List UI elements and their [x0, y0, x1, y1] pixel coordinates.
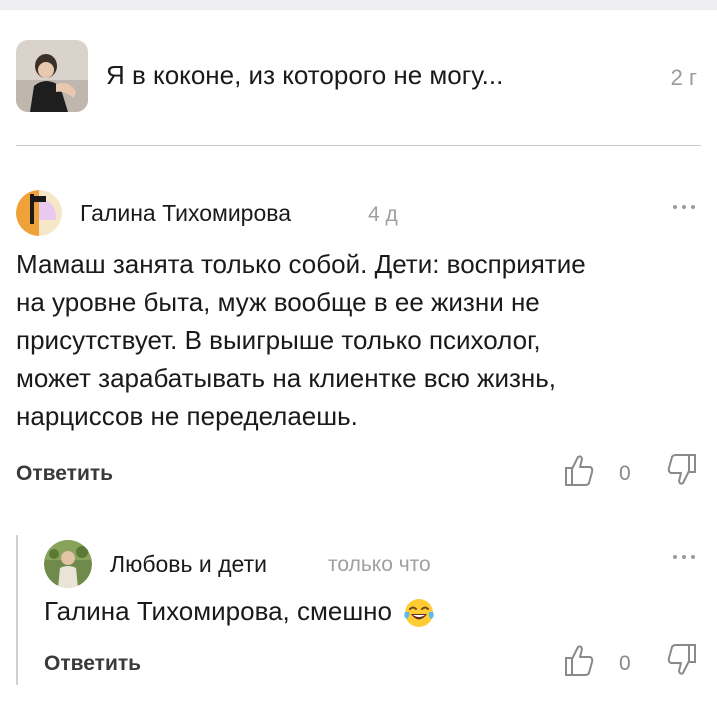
reply-button[interactable]: Ответить	[44, 652, 141, 676]
comment-text-row: Галина Тихомирова, смешно	[44, 592, 435, 630]
face-with-tears-of-joy-icon	[404, 599, 434, 628]
comment-text: Мамаш занята только собой. Дети: восприя…	[16, 249, 586, 431]
avatar-image	[44, 540, 92, 588]
comments-screen: Я в коконе, из которого не могу... 2 г Г…	[0, 0, 717, 717]
avatar-image	[16, 190, 62, 236]
more-options-icon[interactable]	[667, 200, 701, 214]
comment-text: Галина Тихомирова, смешно	[44, 596, 393, 626]
article-time: 2 г	[670, 65, 697, 90]
vote-count: 0	[619, 652, 631, 675]
reply-thread-line	[16, 535, 18, 685]
divider	[16, 145, 701, 146]
top-strip	[0, 0, 717, 10]
comment-author[interactable]: Любовь и дети	[110, 551, 267, 578]
vote-count: 0	[619, 462, 631, 485]
like-icon[interactable]	[563, 642, 595, 678]
dislike-icon[interactable]	[666, 642, 698, 678]
comment-author[interactable]: Галина Тихомирова	[80, 200, 291, 227]
comment-time: только что	[328, 553, 431, 576]
avatar[interactable]	[16, 190, 62, 236]
reply-button[interactable]: Ответить	[16, 462, 113, 486]
like-icon[interactable]	[563, 452, 595, 488]
article-thumbnail[interactable]	[16, 40, 88, 112]
article-header[interactable]: Я в коконе, из которого не могу... 2 г	[0, 10, 717, 140]
more-options-icon[interactable]	[667, 550, 701, 564]
avatar[interactable]	[44, 540, 92, 588]
article-title[interactable]: Я в коконе, из которого не могу...	[106, 60, 503, 91]
dislike-icon[interactable]	[666, 452, 698, 488]
comment-time: 4 д	[368, 203, 398, 226]
